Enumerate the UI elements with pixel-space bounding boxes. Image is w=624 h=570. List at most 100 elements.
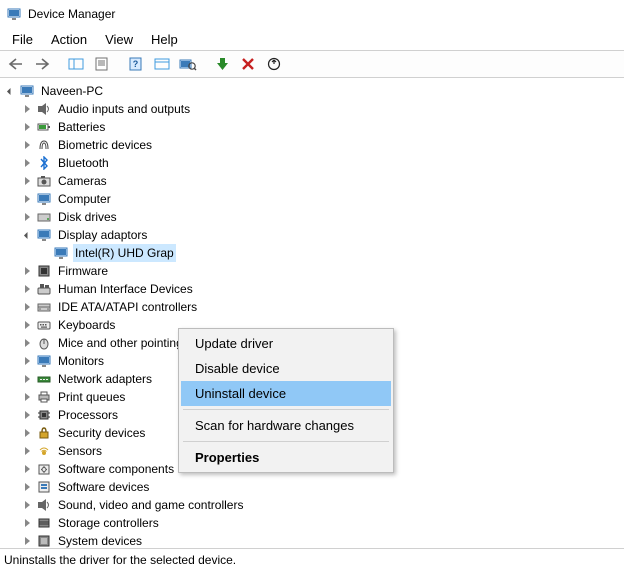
expand-toggle[interactable] — [21, 463, 34, 476]
expand-toggle[interactable] — [21, 409, 34, 422]
update-driver-button[interactable] — [262, 53, 286, 75]
tree-category-label[interactable]: Software devices — [56, 478, 151, 496]
tree-category-label[interactable]: Display adaptors — [56, 226, 149, 244]
tree-category-label[interactable]: Keyboards — [56, 316, 117, 334]
back-button[interactable] — [4, 53, 28, 75]
tree-category[interactable]: Cameras — [21, 172, 624, 190]
tree-category-label[interactable]: Network adapters — [56, 370, 154, 388]
tree-category[interactable]: Biometric devices — [21, 136, 624, 154]
menu-view[interactable]: View — [97, 30, 141, 49]
tree-category-label[interactable]: Biometric devices — [56, 136, 154, 154]
expand-toggle[interactable] — [21, 535, 34, 548]
tree-category-label[interactable]: Bluetooth — [56, 154, 111, 172]
tree-category-label[interactable]: Human Interface Devices — [56, 280, 195, 298]
expand-toggle[interactable] — [21, 211, 34, 224]
tree-category-label[interactable]: Storage controllers — [56, 514, 161, 532]
tree-category-label[interactable]: Print queues — [56, 388, 127, 406]
ctx-scan-hardware[interactable]: Scan for hardware changes — [181, 413, 391, 438]
expand-toggle[interactable] — [21, 445, 34, 458]
expand-toggle[interactable] — [21, 301, 34, 314]
expand-toggle[interactable] — [21, 103, 34, 116]
tree-category[interactable]: IDE ATA/ATAPI controllers — [21, 298, 624, 316]
expand-toggle[interactable] — [21, 499, 34, 512]
expand-toggle[interactable] — [21, 319, 34, 332]
tree-category[interactable]: Human Interface Devices — [21, 280, 624, 298]
context-menu-separator — [183, 409, 389, 410]
window-title: Device Manager — [28, 7, 115, 21]
expand-toggle[interactable] — [21, 283, 34, 296]
tree-category-label[interactable]: Sensors — [56, 442, 104, 460]
audio-icon — [36, 101, 52, 117]
show-hide-console-button[interactable] — [64, 53, 88, 75]
tree-device[interactable]: Intel(R) UHD Grap — [38, 244, 624, 262]
status-text: Uninstalls the driver for the selected d… — [4, 553, 236, 567]
ctx-properties[interactable]: Properties — [181, 445, 391, 470]
toolbar-separator — [202, 53, 208, 75]
expand-toggle[interactable] — [21, 373, 34, 386]
tree-category-label[interactable]: Monitors — [56, 352, 106, 370]
expand-toggle[interactable] — [21, 175, 34, 188]
tree-category-label[interactable]: Sound, video and game controllers — [56, 496, 245, 514]
ctx-disable-device[interactable]: Disable device — [181, 356, 391, 381]
computer-icon — [36, 191, 52, 207]
properties-toolbar-button[interactable] — [90, 53, 114, 75]
tree-category[interactable]: Storage controllers — [21, 514, 624, 532]
tree-category[interactable]: Computer — [21, 190, 624, 208]
tree-category[interactable]: Disk drives — [21, 208, 624, 226]
storage-icon — [36, 515, 52, 531]
tree-category[interactable]: Audio inputs and outputs — [21, 100, 624, 118]
tree-category-label[interactable]: IDE ATA/ATAPI controllers — [56, 298, 199, 316]
tree-category[interactable]: Batteries — [21, 118, 624, 136]
menu-help[interactable]: Help — [143, 30, 186, 49]
tree-category[interactable]: Display adaptors — [21, 226, 624, 244]
tree-category[interactable]: Bluetooth — [21, 154, 624, 172]
scan-hardware-button[interactable] — [176, 53, 200, 75]
tree-category-label[interactable]: System devices — [56, 532, 144, 548]
tree-category-label[interactable]: Security devices — [56, 424, 147, 442]
expand-toggle[interactable] — [21, 157, 34, 170]
svg-text:?: ? — [133, 59, 139, 69]
printer-icon — [36, 389, 52, 405]
tree-category-label[interactable]: Computer — [56, 190, 113, 208]
tree-category-label[interactable]: Audio inputs and outputs — [56, 100, 192, 118]
sensor-icon — [36, 443, 52, 459]
network-icon — [36, 371, 52, 387]
uninstall-device-button[interactable] — [236, 53, 260, 75]
expand-toggle[interactable] — [21, 391, 34, 404]
expand-toggle[interactable] — [21, 229, 34, 242]
expand-toggle[interactable] — [21, 517, 34, 530]
action-toolbar-button[interactable] — [150, 53, 174, 75]
tree-category[interactable]: Firmware — [21, 262, 624, 280]
expand-toggle[interactable] — [21, 355, 34, 368]
expand-toggle[interactable] — [4, 85, 17, 98]
disk-icon — [36, 209, 52, 225]
tree-category-label[interactable]: Firmware — [56, 262, 110, 280]
expand-toggle[interactable] — [21, 481, 34, 494]
tree-category-label[interactable]: Batteries — [56, 118, 107, 136]
expand-toggle[interactable] — [21, 139, 34, 152]
expand-toggle[interactable] — [21, 337, 34, 350]
forward-button[interactable] — [30, 53, 54, 75]
tree-category-label[interactable]: Processors — [56, 406, 120, 424]
device-tree[interactable]: Naveen-PC Audio inputs and outputsBatter… — [0, 78, 624, 548]
ctx-uninstall-device[interactable]: Uninstall device — [181, 381, 391, 406]
tree-device-label[interactable]: Intel(R) UHD Grap — [73, 244, 176, 262]
tree-category[interactable]: Software devices — [21, 478, 624, 496]
tree-category-label[interactable]: Software components — [56, 460, 176, 478]
tree-root[interactable]: Naveen-PC — [4, 82, 624, 100]
expand-toggle[interactable] — [21, 193, 34, 206]
expand-toggle[interactable] — [21, 427, 34, 440]
tree-category[interactable]: Sound, video and game controllers — [21, 496, 624, 514]
menu-action[interactable]: Action — [43, 30, 95, 49]
enable-device-button[interactable] — [210, 53, 234, 75]
help-button[interactable]: ? — [124, 53, 148, 75]
ctx-update-driver[interactable]: Update driver — [181, 331, 391, 356]
tree-root-label[interactable]: Naveen-PC — [39, 82, 105, 100]
expand-toggle[interactable] — [21, 265, 34, 278]
expand-toggle[interactable] — [21, 121, 34, 134]
menu-file[interactable]: File — [4, 30, 41, 49]
tree-category-label[interactable]: Cameras — [56, 172, 109, 190]
tree-category-label[interactable]: Disk drives — [56, 208, 119, 226]
tree-category[interactable]: System devices — [21, 532, 624, 548]
biometric-icon — [36, 137, 52, 153]
